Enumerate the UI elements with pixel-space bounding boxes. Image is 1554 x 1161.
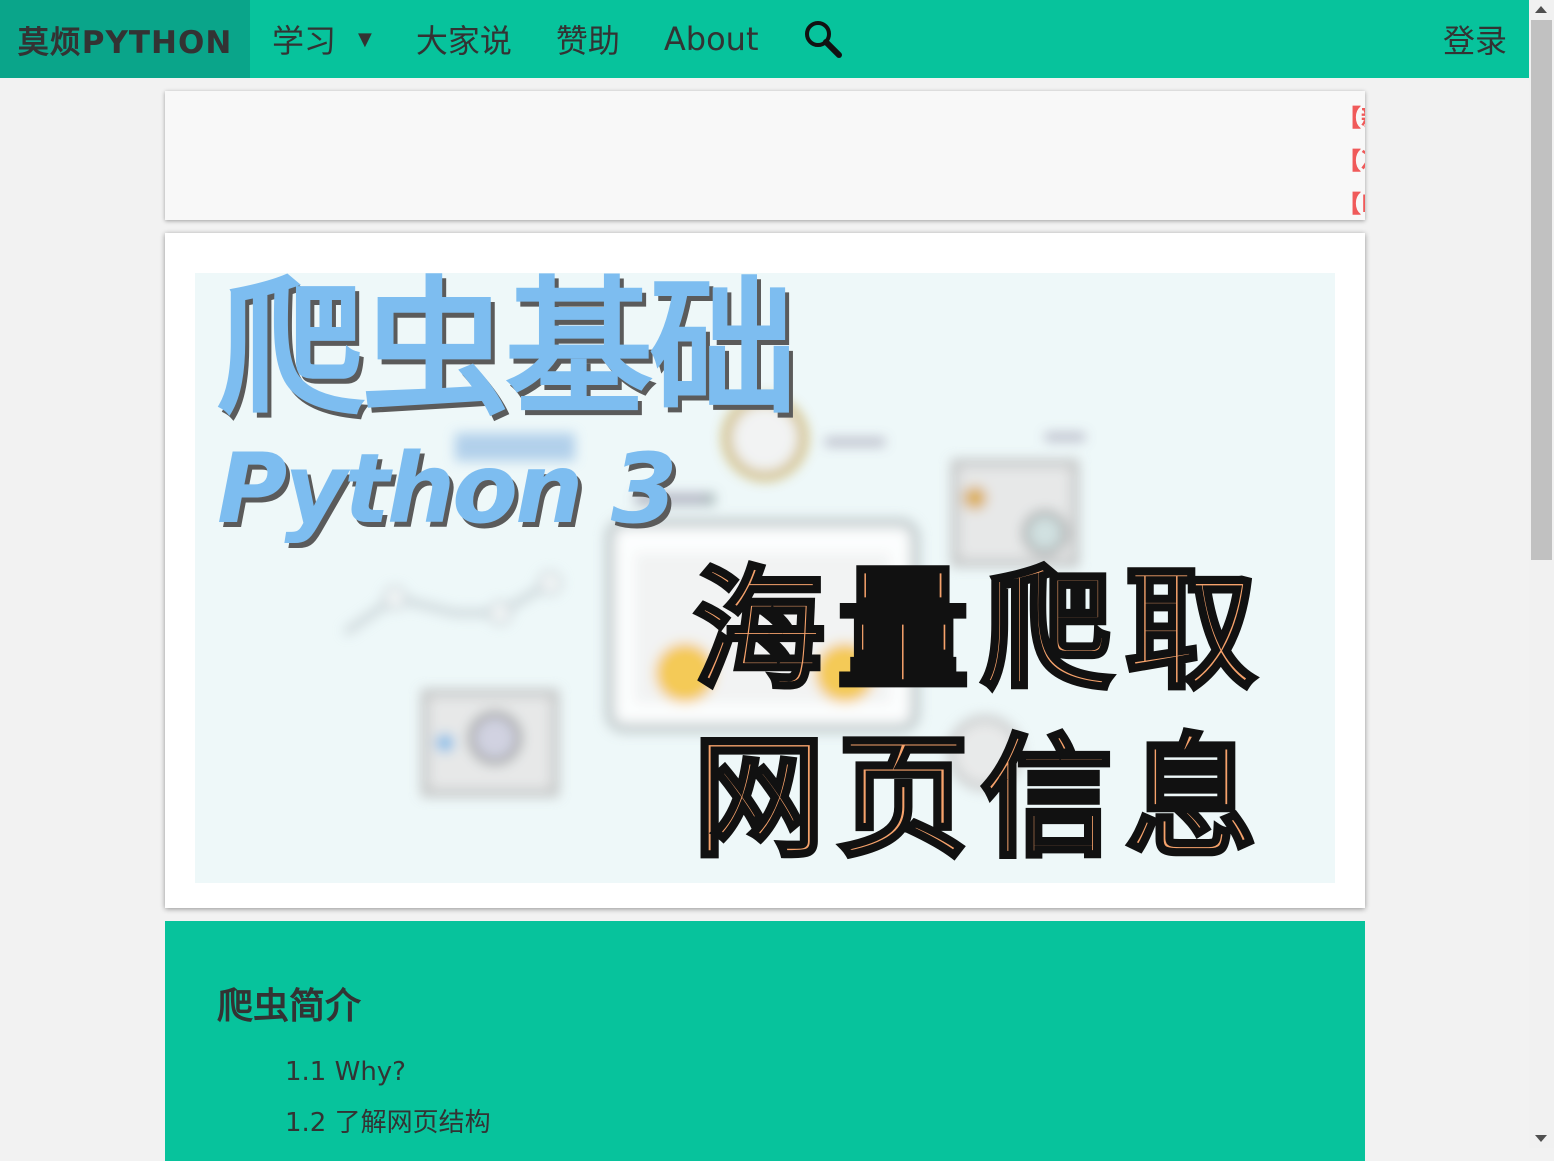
nav-learn-label: 学习 bbox=[272, 22, 337, 60]
brand-logo[interactable]: 莫烦PYTHON bbox=[0, 0, 250, 78]
caret-down-icon: ▼ bbox=[358, 28, 372, 50]
nav-sponsor-link[interactable]: 赞助 bbox=[556, 16, 620, 62]
nav-learn-dropdown[interactable]: 学习 ▼ bbox=[272, 16, 372, 62]
page-scrollbar[interactable] bbox=[1529, 0, 1554, 1148]
notice-list: 【新 【次 【M bbox=[1337, 97, 1365, 220]
scroll-down-icon[interactable] bbox=[1535, 1135, 1547, 1142]
login-button[interactable]: 登录 bbox=[1443, 0, 1507, 78]
scrollbar-thumb[interactable] bbox=[1531, 20, 1552, 560]
toc-item-link[interactable]: 1.2 了解网页结构 bbox=[285, 1102, 491, 1139]
notice-panel: 【新 【次 【M bbox=[165, 91, 1365, 220]
notice-link[interactable]: 【次 bbox=[1337, 140, 1365, 183]
banner-subtitle: Python 3 bbox=[217, 433, 678, 545]
notice-link[interactable]: 【M bbox=[1337, 183, 1365, 220]
notice-link[interactable]: 【新 bbox=[1337, 97, 1365, 140]
banner-tagline-1: 海量爬取 bbox=[691, 553, 1269, 708]
search-icon[interactable] bbox=[803, 19, 843, 59]
banner-tagline-2: 网页信息 bbox=[691, 721, 1269, 876]
toc-title: 爬虫简介 bbox=[217, 986, 362, 1027]
scroll-up-icon[interactable] bbox=[1535, 6, 1547, 13]
toc-item-link[interactable]: 1.1 Why? bbox=[285, 1057, 406, 1087]
nav-about-link[interactable]: About bbox=[664, 20, 759, 58]
chapter-toc: 爬虫简介 1.1 Why? 1.2 了解网页结构 bbox=[165, 921, 1365, 1161]
banner-title: 爬虫基础 bbox=[217, 263, 797, 435]
top-navbar: 莫烦PYTHON 学习 ▼ 大家说 赞助 About 登录 bbox=[0, 0, 1529, 78]
nav-forum-link[interactable]: 大家说 bbox=[416, 16, 512, 62]
course-banner-image: 爬虫基础 Python 3 海量爬取 网页信息 bbox=[165, 233, 1365, 908]
